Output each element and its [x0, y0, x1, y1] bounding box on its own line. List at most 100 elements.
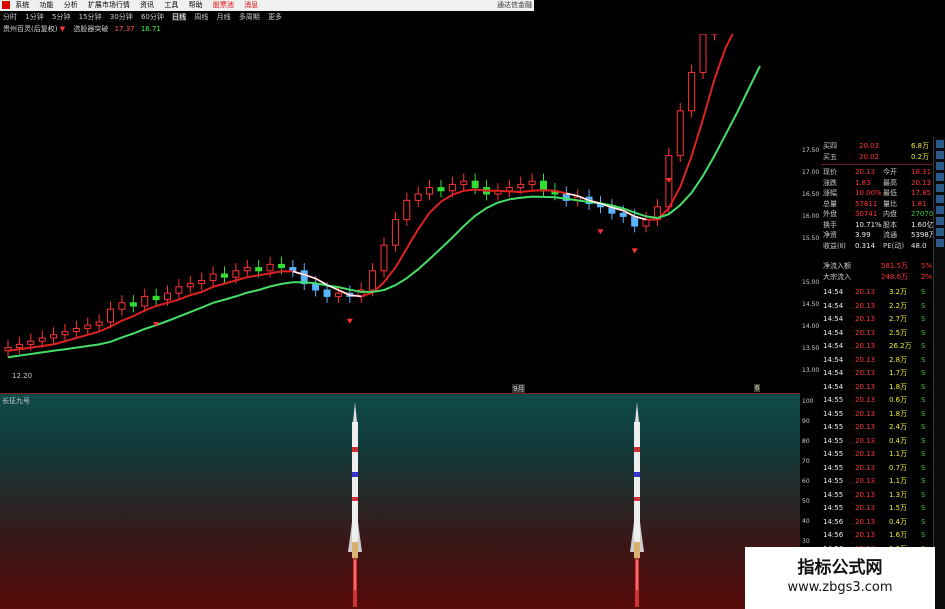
tool-icon[interactable] [936, 195, 944, 203]
tick-time: 14:55 [823, 409, 844, 418]
order-label: 买五 [823, 153, 837, 161]
order-book-row: 买四 20.03 6.8万 [821, 141, 933, 151]
menu-item-analysis[interactable]: 分析 [64, 1, 78, 9]
stat-value: 1.83 [855, 178, 871, 187]
period-tab[interactable]: 15分钟 [79, 13, 102, 21]
candle-body [141, 295, 149, 307]
stock-terminal-window: 系统 功能 分析 扩展市场行情 资讯 工具 帮助 股票池 消息 通达信金融 分时… [0, 0, 945, 609]
tick-side: S [921, 315, 926, 323]
tick-side: S [921, 517, 926, 526]
period-tab[interactable]: 60分钟 [141, 13, 164, 21]
tool-icon[interactable] [936, 184, 944, 192]
candle-body [118, 302, 126, 310]
tick-volume: 1.3万 [889, 490, 908, 499]
tool-icon[interactable] [936, 151, 944, 159]
period-tab[interactable]: 多周期 [239, 13, 260, 21]
menu-item-messages[interactable]: 消息 [244, 1, 258, 9]
candle-body [50, 334, 58, 339]
rocket-signal-icon [630, 402, 644, 607]
tool-icon[interactable] [936, 239, 944, 247]
indicator-name[interactable]: 选股器突破 [73, 25, 108, 33]
tick-price: 20.13 [855, 531, 876, 539]
menu-bar: 系统 功能 分析 扩展市场行情 资讯 工具 帮助 股票池 消息 通达信金融 [0, 0, 534, 11]
candlestick-chart[interactable] [0, 34, 800, 390]
indicator-subpanel[interactable]: 长征九号 [0, 394, 800, 609]
menu-item-function[interactable]: 功能 [39, 1, 53, 9]
menu-item-system[interactable]: 系统 [15, 1, 29, 9]
period-tab[interactable]: 30分钟 [110, 13, 133, 21]
axis-tick: 14.50 [802, 301, 820, 308]
tick-volume: 2.8万 [889, 355, 908, 364]
flow-row: 净流入额 581.5万 5% [821, 261, 933, 271]
candle-body [220, 273, 228, 278]
tick-side: S [921, 328, 926, 337]
candle-body [528, 180, 536, 185]
stat-label: 流通 [883, 231, 897, 239]
moving-average-white-line [292, 192, 647, 298]
menu-item-tools[interactable]: 工具 [164, 1, 178, 9]
order-volume: 0.2万 [911, 153, 930, 161]
candle-body [175, 286, 183, 294]
tick-price: 20.13 [855, 463, 876, 472]
moving-average-green-line [7, 65, 761, 359]
tick-volume: 0.6万 [889, 396, 908, 404]
candle-body [61, 331, 69, 336]
tick-price: 20.13 [855, 328, 876, 337]
tool-icon[interactable] [936, 206, 944, 214]
watermark: 指标公式网 www.zbgs3.com [745, 547, 935, 609]
candle-body [209, 273, 217, 281]
stat-value: 3.99 [855, 231, 871, 239]
menu-item-news[interactable]: 资讯 [140, 1, 154, 9]
axis-tick: 80 [802, 438, 810, 445]
period-tab[interactable]: 周线 [194, 13, 208, 21]
candle-body [369, 270, 377, 291]
period-tab-selected[interactable]: 日线 [172, 13, 187, 21]
quote-stat-row: 净资 3.99 流通 5398万 [821, 230, 936, 240]
period-toolbar: 分时 1分钟 5分钟 15分钟 30分钟 60分钟 日线 周线 月线 多周期 更… [0, 12, 534, 23]
tick-side: S [921, 490, 926, 499]
period-tab[interactable]: 月线 [217, 13, 231, 21]
period-tab[interactable]: 分时 [3, 13, 17, 21]
stat-label: 今开 [883, 168, 897, 176]
tick-side: S [921, 382, 926, 391]
tick-price: 20.13 [855, 517, 876, 526]
flow-value: 581.5万 [881, 262, 909, 270]
tool-icon[interactable] [936, 173, 944, 181]
candle-body [676, 110, 684, 157]
quote-stat-row: 总量 57811 量比 1.81 [821, 199, 933, 209]
candle-body [699, 34, 707, 73]
tool-icon[interactable] [936, 228, 944, 236]
tick-price: 20.13 [855, 315, 876, 323]
quote-stat-row: 收益(Ⅱ) 0.314 PE(动) 48.0 [821, 241, 933, 251]
tick-price: 20.13 [855, 396, 876, 404]
menu-item-help[interactable]: 帮助 [189, 1, 203, 9]
tick-side: S [921, 396, 926, 404]
rocket-signal-icon [348, 402, 362, 607]
axis-tick: 15.00 [802, 279, 820, 286]
candle-body [243, 267, 251, 272]
candle-body [107, 308, 115, 323]
period-tab[interactable]: 1分钟 [25, 13, 43, 21]
tool-icon[interactable] [936, 217, 944, 225]
tick-row: 14:54 20.13 2.2万 S [821, 301, 933, 311]
tool-icon[interactable] [936, 140, 944, 148]
x-axis-mark: 6 [754, 384, 761, 392]
app-logo-icon [2, 1, 10, 9]
tick-row: 14:54 20.13 1.7万 S [821, 368, 933, 378]
tick-price: 20.13 [855, 355, 876, 364]
tick-volume: 0.4万 [889, 436, 908, 445]
period-tab[interactable]: 更多 [268, 13, 282, 21]
x-axis: 12.20 9月 6 [0, 372, 800, 394]
menu-item-stock-pool[interactable]: 股票池 [213, 1, 234, 9]
tool-icon[interactable] [936, 162, 944, 170]
period-tab[interactable]: 5分钟 [52, 13, 70, 21]
axis-tick: 14.00 [802, 323, 820, 330]
axis-tick: 70 [802, 458, 810, 465]
candle-body [391, 219, 399, 246]
menu-item-extended-market[interactable]: 扩展市场行情 [88, 1, 130, 9]
quote-stat-row: 现价 20.13 今开 18.31 [821, 167, 933, 177]
tick-row: 14:55 20.13 2.4万 S [821, 422, 933, 432]
axis-tick: 16.50 [802, 191, 820, 198]
candle-body [27, 340, 35, 345]
tick-row: 14:56 20.13 1.6万 S [821, 530, 933, 540]
